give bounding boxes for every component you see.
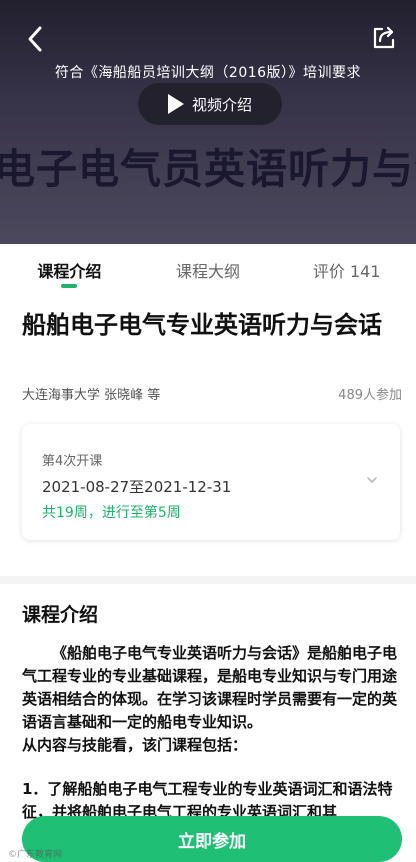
chevron-down-icon (367, 477, 377, 483)
session-dates: 2021-08-27至2021-12-31 (42, 478, 232, 496)
course-title: 船舶电子电气专业英语听力与会话 (22, 311, 382, 339)
share-button[interactable] (370, 24, 398, 52)
session-progress: 共19周，进行至第5周 (42, 505, 181, 521)
session-selector[interactable]: 第4次开课 2021-08-27至2021-12-31 共19周，进行至第5周 (22, 424, 400, 540)
course-meta: 大连海事大学 张晓峰 等 489人参加 (22, 384, 402, 403)
play-icon (167, 94, 184, 114)
participant-count: 489人参加 (338, 388, 402, 403)
banner-title: 电子电气员英语听力与会话 (0, 145, 416, 193)
intro-paragraph: 《船舶电子电气专业英语听力与会话》是船舶电子电气工程专业的专业基础课程，是船电专… (22, 644, 398, 731)
intro-body: 《船舶电子电气专业英语听力与会话》是船舶电子电气工程专业的专业基础课程，是船电专… (22, 642, 404, 821)
banner-subtitle: 符合《海船船员培训大纲（2016版）》培训要求 (54, 65, 362, 81)
watermark: ©广东教育网 (8, 850, 63, 860)
intro-heading: 课程介绍 (22, 604, 99, 626)
course-tabs: 课程介绍 课程大纲 评价 141 (0, 244, 416, 292)
intro-paragraph-2: 从内容与技能看，该门课程包括： (22, 736, 248, 754)
session-label: 第4次开课 (42, 454, 103, 469)
back-button[interactable] (22, 22, 52, 56)
section-divider (0, 576, 416, 584)
join-button[interactable]: 立即参加 (22, 816, 402, 862)
chevron-left-icon (28, 26, 42, 52)
video-intro-button[interactable]: 视频介绍 (138, 83, 282, 125)
tab-reviews[interactable]: 评价 141 (277, 244, 416, 292)
video-intro-label: 视频介绍 (191, 95, 252, 114)
tab-course-intro[interactable]: 课程介绍 (0, 244, 139, 292)
tab-course-outline[interactable]: 课程大纲 (139, 244, 278, 292)
course-author: 大连海事大学 张晓峰 等 (22, 388, 161, 403)
course-banner: 电子电气员英语听力与会话 符合《海船船员培训大纲（2016版）》培训要求 视频介… (0, 0, 416, 244)
share-icon (373, 26, 395, 49)
